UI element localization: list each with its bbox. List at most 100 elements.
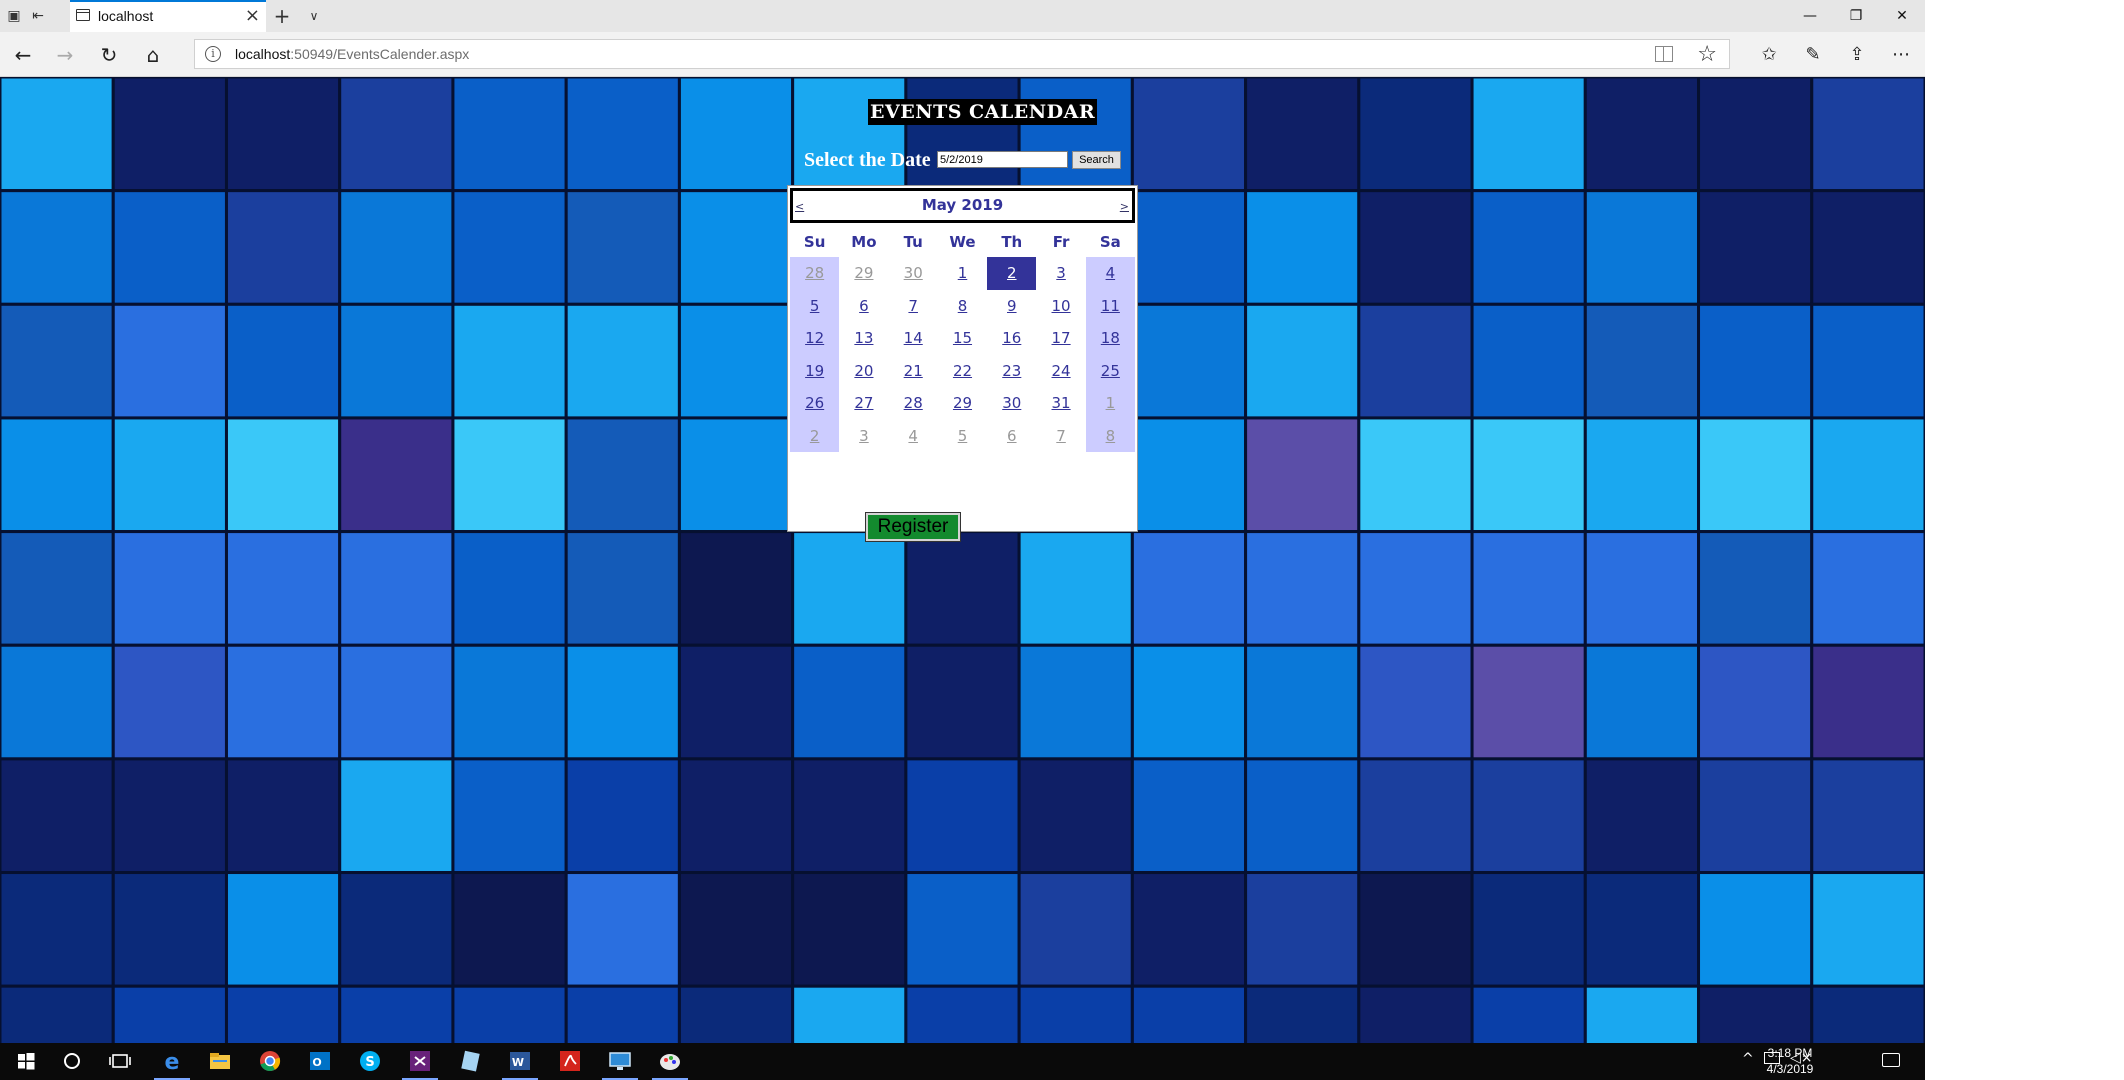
clock-time[interactable]: 3:18 PM <box>1760 1046 1820 1060</box>
calendar-day[interactable]: 29 <box>839 257 889 290</box>
calendar-month-title: May 2019 <box>921 196 1004 214</box>
remote-desktop-icon[interactable] <box>606 1048 634 1074</box>
calendar-day[interactable]: 28 <box>790 257 840 290</box>
calendar-day[interactable]: 15 <box>937 322 988 355</box>
select-date-label: Select the Date <box>804 149 931 171</box>
calendar-day[interactable]: 26 <box>790 387 840 420</box>
day-of-week-header: Su <box>790 227 840 257</box>
calendar-day[interactable]: 27 <box>839 387 889 420</box>
register-button[interactable]: Register <box>865 512 961 542</box>
calendar-day[interactable]: 30 <box>987 387 1037 420</box>
tab-actions-icon[interactable]: ▣ <box>4 6 24 26</box>
close-window-icon[interactable]: ✕ <box>1879 0 1925 32</box>
calendar-day[interactable]: 8 <box>1085 419 1135 452</box>
calendar-day[interactable]: 5 <box>937 419 988 452</box>
favorite-star-icon[interactable]: ☆ <box>1697 42 1717 67</box>
tab-title: localhost <box>98 8 154 24</box>
tab-close-icon[interactable]: × <box>245 5 260 27</box>
calendar-day[interactable]: 21 <box>888 354 938 387</box>
favorites-hub-icon[interactable]: ✩ <box>1754 40 1784 70</box>
refresh-icon[interactable]: ↻ <box>94 40 124 70</box>
svg-text:e: e <box>165 1050 180 1074</box>
address-path: :50949/EventsCalender.aspx <box>290 46 470 62</box>
calendar-day[interactable]: 1 <box>937 257 988 290</box>
notifications-icon[interactable] <box>1882 1053 1900 1067</box>
calendar-day[interactable]: 3 <box>839 419 889 452</box>
calendar-day[interactable]: 12 <box>790 322 840 355</box>
back-icon[interactable]: ← <box>8 40 38 70</box>
chrome-icon[interactable] <box>256 1048 284 1074</box>
svg-text:O: O <box>312 1056 321 1069</box>
calendar-day[interactable]: 9 <box>987 289 1037 322</box>
calendar-day[interactable]: 6 <box>839 289 889 322</box>
word-icon[interactable]: W <box>506 1048 534 1074</box>
task-view-icon[interactable] <box>106 1048 134 1074</box>
web-notes-icon[interactable]: ✎ <box>1798 40 1828 70</box>
new-tab-icon[interactable]: + <box>272 6 292 26</box>
chevron-up-icon[interactable]: ^ <box>1742 1051 1754 1067</box>
calendar-day[interactable]: 24 <box>1036 354 1086 387</box>
svg-text:W: W <box>512 1056 524 1069</box>
calendar-day[interactable]: 11 <box>1085 289 1135 322</box>
calendar-day[interactable]: 20 <box>839 354 889 387</box>
file-explorer-icon[interactable] <box>206 1048 234 1074</box>
more-icon[interactable]: ⋯ <box>1886 40 1916 70</box>
calendar-day[interactable]: 10 <box>1036 289 1086 322</box>
calendar-day[interactable]: 3 <box>1036 257 1086 290</box>
home-icon[interactable]: ⌂ <box>138 40 168 70</box>
calendar-day[interactable]: 5 <box>790 289 840 322</box>
taskbar: e O S W ^ ◁× 3:18 PM 4/3/2019 <box>0 1043 1925 1080</box>
tab-localhost[interactable]: localhost × <box>70 0 266 32</box>
calendar-day[interactable]: 2 <box>987 257 1037 290</box>
calendar-day[interactable]: 18 <box>1085 322 1135 355</box>
calendar-day[interactable]: 31 <box>1036 387 1086 420</box>
calendar-day[interactable]: 19 <box>790 354 840 387</box>
calendar-day[interactable]: 2 <box>790 419 840 452</box>
date-input[interactable] <box>937 151 1068 168</box>
calendar-day[interactable]: 1 <box>1085 387 1135 420</box>
restore-icon[interactable]: ❐ <box>1833 0 1879 32</box>
calendar-day[interactable]: 17 <box>1036 322 1086 355</box>
share-icon[interactable]: ⇪ <box>1842 40 1872 70</box>
minimize-icon[interactable]: — <box>1787 0 1833 32</box>
cortana-icon[interactable] <box>58 1048 86 1074</box>
calendar-day[interactable]: 7 <box>888 289 938 322</box>
search-button[interactable]: Search <box>1072 151 1121 169</box>
calendar-day[interactable]: 28 <box>888 387 938 420</box>
visual-studio-icon[interactable] <box>406 1048 434 1074</box>
calendar-day[interactable]: 13 <box>839 322 889 355</box>
clock-date[interactable]: 4/3/2019 <box>1760 1062 1820 1076</box>
calendar-day[interactable]: 16 <box>987 322 1037 355</box>
calendar-day[interactable]: 29 <box>937 387 988 420</box>
calendar-day[interactable]: 23 <box>987 354 1037 387</box>
page-icon <box>76 9 90 21</box>
browser-tab-bar: ▣ ⇤ localhost × + ∨ — ❐ ✕ <box>0 0 1925 32</box>
next-month-link[interactable]: > <box>1120 200 1129 213</box>
paint-icon[interactable] <box>656 1048 684 1074</box>
edge-icon[interactable]: e <box>158 1048 186 1074</box>
address-bar[interactable]: i localhost:50949/EventsCalender.aspx ☆ <box>194 39 1730 69</box>
calendar-day[interactable]: 7 <box>1036 419 1086 452</box>
day-of-week-header: We <box>937 227 988 257</box>
acrobat-icon[interactable] <box>556 1048 584 1074</box>
reading-view-icon[interactable] <box>1655 46 1673 62</box>
site-info-icon[interactable]: i <box>205 46 221 62</box>
notepad-icon[interactable] <box>456 1048 484 1074</box>
calendar-day[interactable]: 8 <box>937 289 988 322</box>
calendar-day[interactable]: 4 <box>888 419 938 452</box>
calendar-day[interactable]: 30 <box>888 257 938 290</box>
calendar-day[interactable]: 25 <box>1085 354 1135 387</box>
calendar-day[interactable]: 4 <box>1085 257 1135 290</box>
calendar-day[interactable]: 6 <box>987 419 1037 452</box>
day-of-week-header: Sa <box>1085 227 1135 257</box>
windows-start-icon[interactable] <box>12 1048 40 1074</box>
browser-nav-bar: ← → ↻ ⌂ i localhost:50949/EventsCalender… <box>0 32 1925 77</box>
forward-icon[interactable]: → <box>50 40 80 70</box>
skype-icon[interactable]: S <box>356 1048 384 1074</box>
calendar-day[interactable]: 14 <box>888 322 938 355</box>
chevron-down-icon[interactable]: ∨ <box>304 6 324 26</box>
set-tabs-aside-icon[interactable]: ⇤ <box>28 6 48 26</box>
calendar-day[interactable]: 22 <box>937 354 988 387</box>
outlook-icon[interactable]: O <box>306 1048 334 1074</box>
events-page: EVENTS CALENDAR Select the Date Search <… <box>0 77 1925 1043</box>
